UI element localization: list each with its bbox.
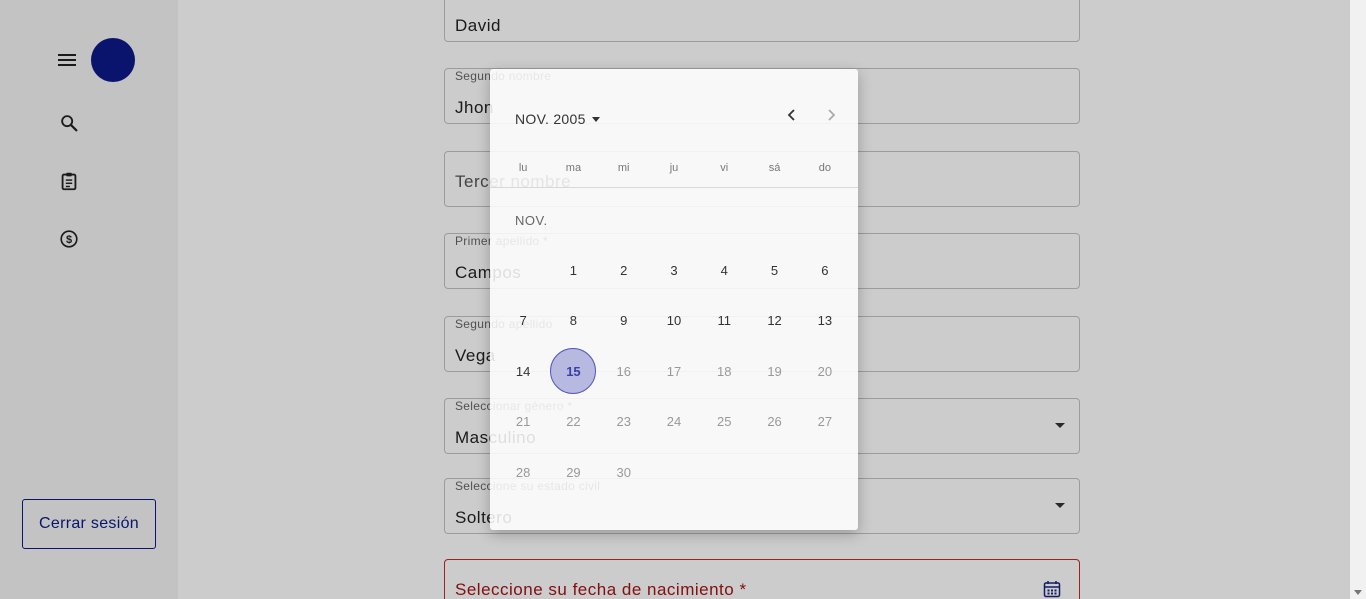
day-grid: 1 2 3 4 5 6 7 8 9 10 11 12 13 14 15 16 17 18 19 20 21 22 23 24 2… (498, 245, 850, 498)
day-cell: 29 (566, 464, 581, 480)
page-scrollbar[interactable] (1350, 0, 1366, 599)
scroll-down-arrow-icon[interactable] (1354, 590, 1362, 595)
week-row: 7 8 9 10 11 12 13 (498, 296, 850, 347)
day-cell[interactable]: 2 (599, 245, 649, 296)
weekday-label: sá (768, 162, 781, 174)
weekday-label: vi (720, 162, 729, 174)
day-cell: 28 (515, 464, 531, 480)
day-cell: 19 (767, 363, 782, 379)
next-month-button[interactable] (819, 103, 843, 127)
week-row: 14 15 16 17 18 19 20 (498, 346, 850, 397)
weekday-header: lu ma mi ju vi sá do (490, 162, 858, 174)
selected-day-label: 15 (550, 348, 597, 395)
day-cell[interactable]: 7 (498, 296, 548, 347)
empty-cell (749, 447, 799, 498)
day-cell: 17 (666, 363, 682, 379)
day-cell[interactable]: 9 (599, 296, 649, 347)
day-cell[interactable]: 8 (548, 296, 598, 347)
day-cell: 27 (817, 414, 833, 430)
day-cell: 20 (817, 363, 833, 379)
weekday-label: ma (565, 162, 582, 174)
day-cell[interactable]: 1 (548, 245, 598, 296)
day-cell[interactable]: 13 (800, 296, 850, 347)
day-cell[interactable]: 14 (498, 346, 548, 397)
day-cell: 26 (767, 414, 782, 430)
day-cell[interactable]: 3 (649, 245, 699, 296)
day-cell[interactable]: 11 (699, 296, 749, 347)
empty-cell (800, 447, 850, 498)
day-cell[interactable]: 10 (649, 296, 699, 347)
weekday-label: ju (669, 162, 679, 174)
empty-cell (498, 245, 548, 296)
day-cell: 30 (616, 464, 631, 480)
week-row: 28 29 30 (498, 447, 850, 498)
month-label: NOV. (515, 213, 548, 228)
caret-down-icon (591, 116, 600, 122)
period-switcher[interactable]: NOV. 2005 (515, 111, 600, 127)
day-cell: 25 (717, 414, 732, 430)
day-cell: 18 (717, 363, 732, 379)
selected-day-cell[interactable]: 15 (548, 346, 598, 397)
weekday-label: do (818, 162, 831, 174)
divider (490, 187, 858, 188)
chevron-left-icon (787, 109, 795, 121)
empty-cell (649, 447, 699, 498)
day-cell: 22 (566, 414, 581, 430)
week-row: 123456 (498, 245, 850, 296)
date-picker: NOV. 2005 lu ma mi ju vi sá do NOV. 1234567891… (490, 69, 858, 530)
empty-cell (699, 447, 749, 498)
day-cell: 16 (616, 363, 631, 379)
weekday-label: lu (518, 162, 528, 174)
day-cell: 24 (666, 414, 682, 430)
day-cell[interactable]: 6 (800, 245, 850, 296)
week-row: 21 22 23 24 25 26 27 (498, 397, 850, 448)
day-cell[interactable]: 4 (699, 245, 749, 296)
weekday-label: mi (617, 162, 630, 174)
day-cell[interactable]: 5 (749, 245, 799, 296)
period-label: NOV. 2005 (515, 111, 586, 127)
day-cell: 21 (515, 414, 531, 430)
day-cell[interactable]: 12 (749, 296, 799, 347)
chevron-right-icon (828, 109, 836, 121)
day-cell: 23 (616, 414, 631, 430)
previous-month-button[interactable] (780, 103, 804, 127)
